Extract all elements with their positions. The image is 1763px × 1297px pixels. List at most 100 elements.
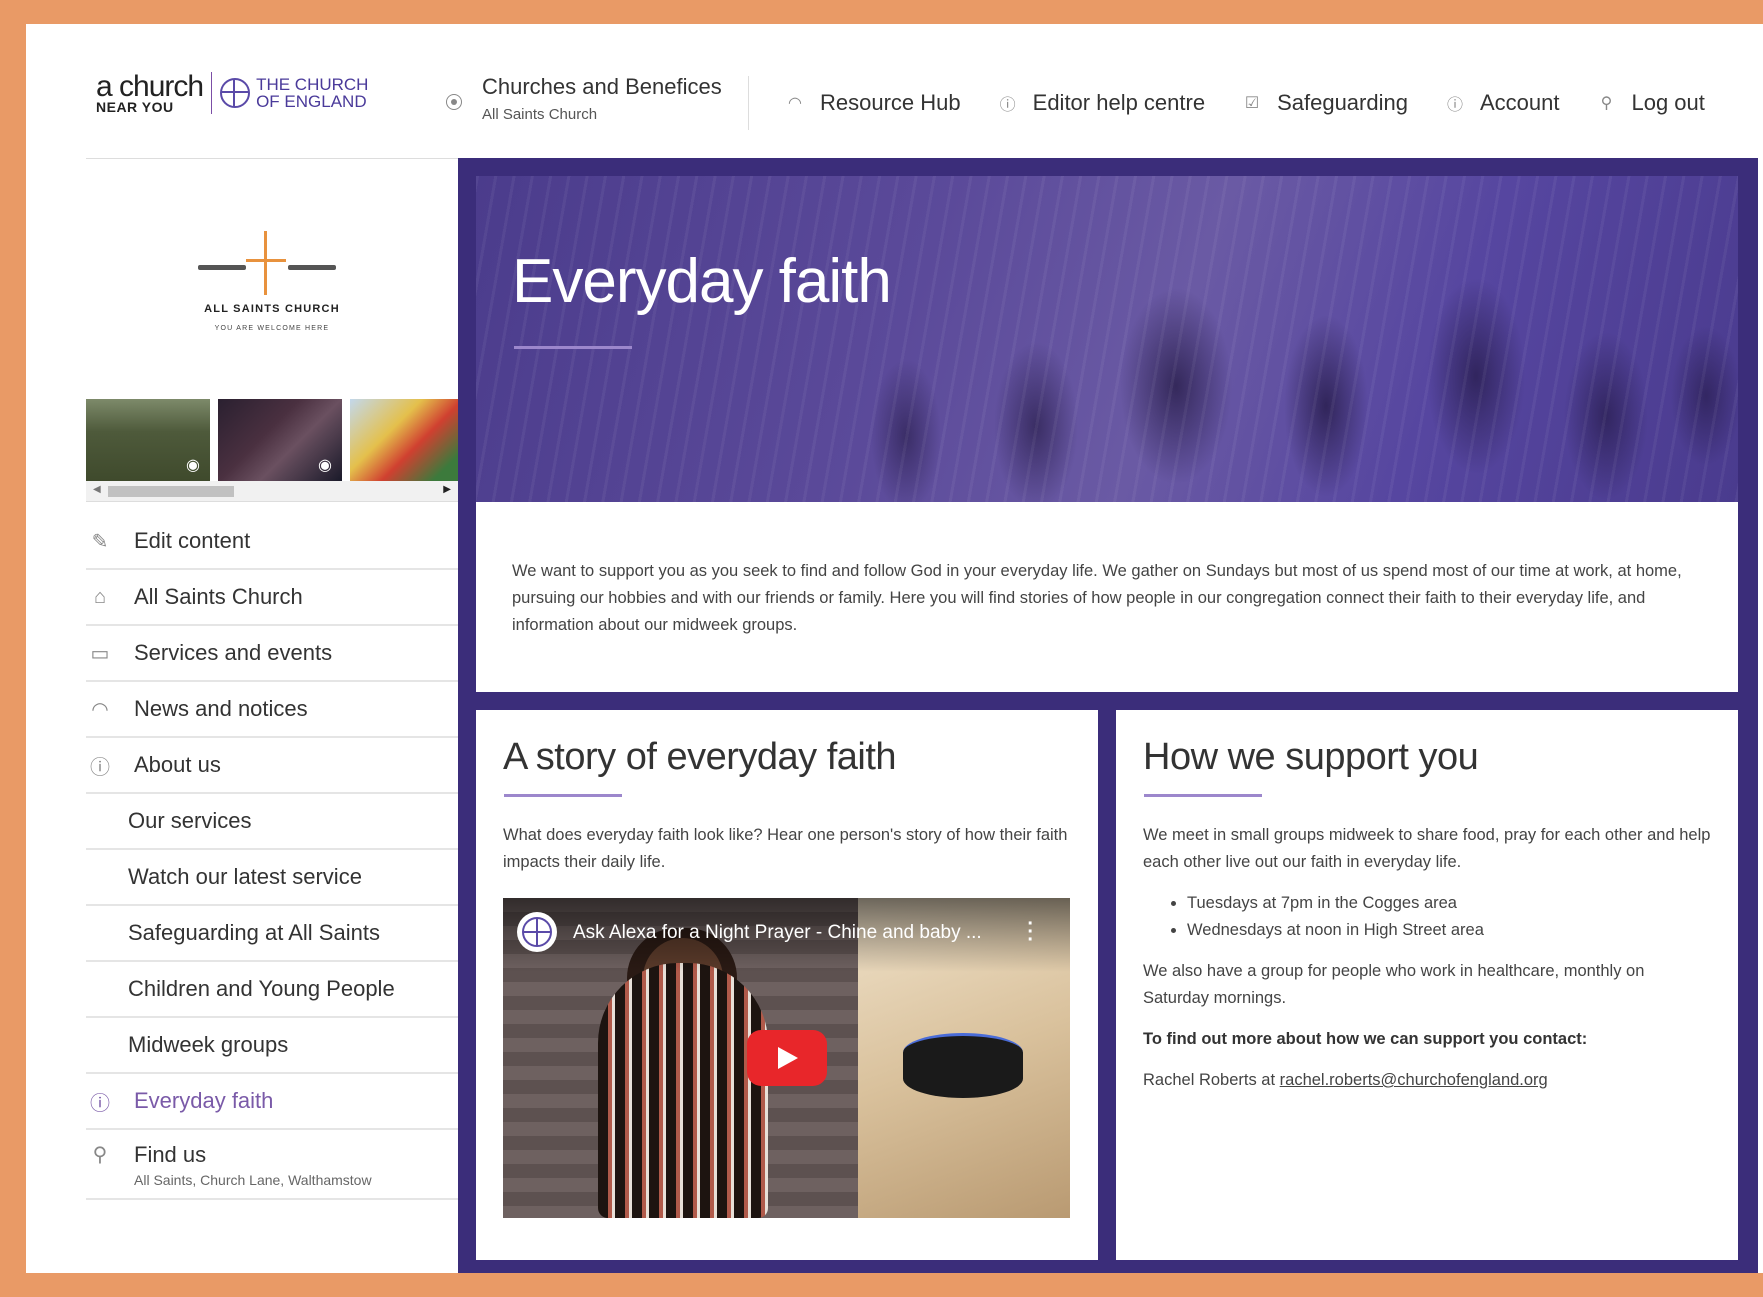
nav-label: Safeguarding [1277,90,1408,115]
sidebar-menu: ✎ Edit content ⌂ All Saints Church ▭ Ser… [86,514,466,1200]
photo-gallery: ◉ ◉ [86,399,458,481]
a-church-near-you-logo: a church NEAR YOU [96,72,204,115]
page-title: Everyday faith [512,247,892,316]
title-underline [1144,794,1262,797]
video-title[interactable]: Ask Alexa for a Night Prayer - Chine and… [573,922,982,944]
sidebar-item-find-us[interactable]: ⚲ Find us All Saints, Church Lane, Walth… [86,1130,458,1200]
smart-speaker-image [903,1033,1023,1098]
church-logo-name: ALL SAINTS CHURCH [204,303,340,315]
logo-divider [211,72,213,114]
contact-line: Rachel Roberts at rachel.roberts@churcho… [1143,1067,1713,1094]
meeting-times-list: Tuesdays at 7pm in the Cogges area Wedne… [1143,890,1713,944]
sidebar-item-label: Safeguarding at All Saints [128,920,380,945]
top-navigation: ◠ Resource Hub ⓘ Editor help centre ☑ Sa… [786,90,1705,116]
key-icon: ⚲ [1600,95,1613,112]
contact-name: Rachel Roberts at [1143,1071,1280,1089]
header-divider [748,76,749,130]
story-text: What does everyday faith look like? Hear… [503,826,1068,871]
sidebar-item-midweek-groups[interactable]: Midweek groups [86,1018,458,1074]
nav-account[interactable]: ⓘ Account [1446,90,1560,116]
info-icon: ⓘ [1446,97,1463,114]
scroll-left-arrow-icon[interactable]: ◀ [93,484,101,495]
story-card: A story of everyday faith What does ever… [476,710,1098,1260]
church-logo[interactable]: ALL SAINTS CHURCH YOU ARE WELCOME HERE [86,159,458,399]
video-player[interactable]: Ask Alexa for a Night Prayer - Chine and… [503,898,1070,1218]
map-pin-icon: ⚲ [92,1144,108,1166]
church-logo-tagline: YOU ARE WELCOME HERE [214,325,330,332]
eye-icon: ◉ [186,457,200,474]
sidebar-item-label: Services and events [134,640,333,665]
eye-icon: ◉ [318,457,332,474]
nav-label: Log out [1631,90,1705,115]
coe-line2: OF ENGLAND [256,92,367,111]
sidebar-item-our-services[interactable]: Our services [86,794,458,850]
coe-line1: THE CHURCH [256,75,369,94]
sidebar-item-label: Everyday faith [134,1088,274,1113]
hero-banner: Everyday faith [476,176,1738,502]
scroll-right-arrow-icon[interactable]: ▶ [443,484,451,495]
calendar-icon: ▭ [90,642,110,665]
healthcare-text: We also have a group for people who work… [1143,962,1645,1007]
nav-editor-help-centre[interactable]: ⓘ Editor help centre [999,90,1205,116]
target-icon [446,94,462,110]
nav-label: Editor help centre [1032,90,1206,115]
title-underline [514,346,632,349]
contact-email-link[interactable]: rachel.roberts@churchofengland.org [1280,1071,1548,1089]
hero-image-crowd [476,176,1738,502]
sidebar-item-label: Edit content [134,528,251,553]
churches-title: Churches and Benefices [482,74,722,99]
sidebar-item-news-and-notices[interactable]: ◠ News and notices [86,682,458,738]
support-title: How we support you [1143,736,1479,778]
gallery-photo-flowers[interactable] [350,399,458,481]
nav-log-out[interactable]: ⚲ Log out [1597,90,1705,116]
sidebar-item-edit-content[interactable]: ✎ Edit content [86,514,458,570]
support-card: How we support you We meet in small grou… [1116,710,1738,1260]
main-content: Everyday faith We want to support you as… [458,158,1758,1273]
churches-subtitle: All Saints Church [482,106,598,123]
sidebar-item-label: All Saints Church [134,584,303,609]
sidebar-item-about-us[interactable]: ⓘ About us [86,738,458,794]
intro-text: We want to support you as you seek to fi… [512,562,1682,634]
sidebar-item-children-young-people[interactable]: Children and Young People [86,962,458,1018]
channel-avatar-icon[interactable] [517,912,557,952]
find-us-address: All Saints, Church Lane, Walthamstow [134,1172,372,1188]
contact-heading: To find out more about how we can suppor… [1143,1030,1588,1048]
nav-label: Account [1479,90,1560,115]
sidebar-item-label: News and notices [134,696,308,721]
gallery-photo-people[interactable]: ◉ [218,399,342,481]
list-item: Wednesdays at noon in High Street area [1187,917,1713,944]
nav-label: Resource Hub [820,90,961,115]
sidebar-item-safeguarding-all-saints[interactable]: Safeguarding at All Saints [86,906,458,962]
pencil-icon: ✎ [91,530,109,553]
scrollbar-thumb[interactable] [108,486,234,497]
info-icon: ⓘ [90,1092,110,1115]
site-logo[interactable]: a church NEAR YOU THE CHURCH OF ENGLAND [96,72,368,114]
video-person [598,963,768,1218]
sidebar-item-label: About us [134,752,221,777]
sidebar-item-watch-latest-service[interactable]: Watch our latest service [86,850,458,906]
nav-resource-hub[interactable]: ◠ Resource Hub [786,90,961,116]
logo-line-left [198,265,246,270]
sidebar-item-services-and-events[interactable]: ▭ Services and events [86,626,458,682]
sidebar: ALL SAINTS CHURCH YOU ARE WELCOME HERE ◉… [86,158,466,1200]
sidebar-item-label: Find us [134,1142,207,1167]
help-icon: ⓘ [999,97,1016,114]
support-text: We meet in small groups midweek to share… [1143,826,1711,871]
nav-safeguarding[interactable]: ☑ Safeguarding [1243,90,1408,116]
broadcast-icon: ◠ [788,95,802,112]
list-item: Tuesdays at 7pm in the Cogges area [1187,890,1713,917]
sidebar-item-all-saints-church[interactable]: ⌂ All Saints Church [86,570,458,626]
gallery-photo-church[interactable]: ◉ [86,399,210,481]
logo-cross-vertical [264,231,267,295]
coe-cross-icon [220,78,251,108]
church-of-england-logo: THE CHURCH OF ENGLAND [220,76,368,110]
more-options-icon[interactable]: · · · [1027,914,1034,950]
sidebar-item-label: Watch our latest service [128,864,362,889]
home-icon: ⌂ [93,585,107,608]
checkbox-icon: ☑ [1244,95,1260,112]
sidebar-item-everyday-faith[interactable]: ⓘ Everyday faith [86,1074,466,1130]
logo-cross-horizontal [246,259,286,262]
churches-and-benefices-link[interactable]: Churches and Benefices All Saints Church [446,74,722,123]
gallery-scrollbar[interactable]: ◀ ▶ [86,481,458,502]
play-button[interactable] [747,1030,827,1086]
